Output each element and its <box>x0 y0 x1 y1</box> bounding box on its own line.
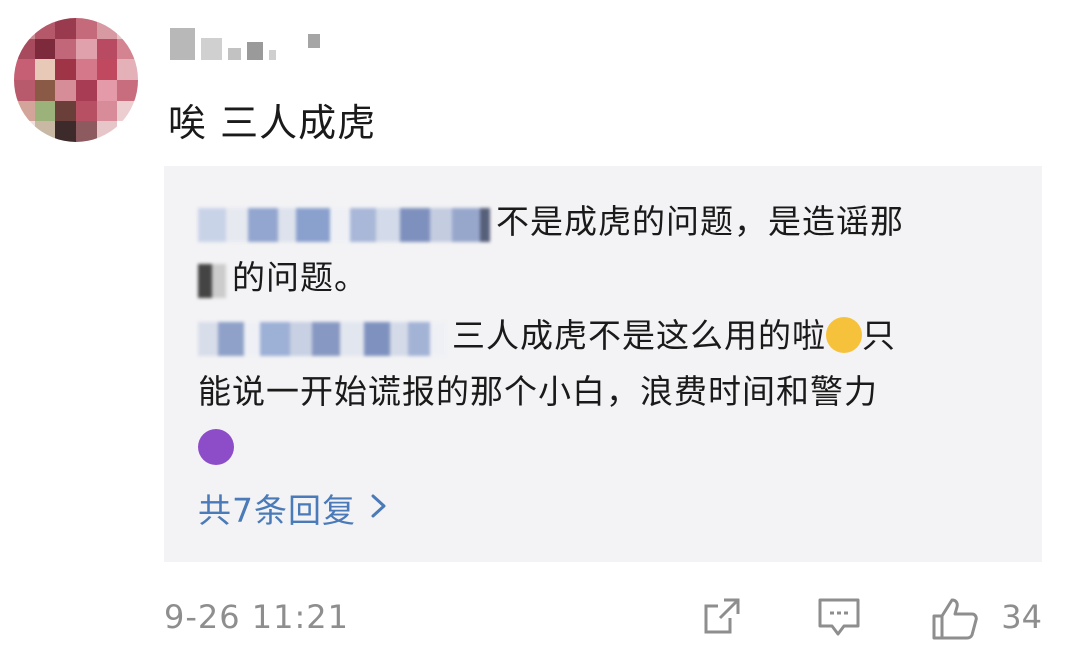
reply-username-redacted[interactable] <box>198 203 490 242</box>
reply-text-continued: 的问题。 <box>232 258 368 297</box>
comment-button[interactable] <box>816 596 862 638</box>
reply-text: 不是成虎的问题，是造谣那 <box>496 202 904 241</box>
reply-username-tail-redacted <box>198 259 226 298</box>
username-redacted[interactable] <box>170 22 320 60</box>
comment-icon <box>816 596 862 638</box>
thumbs-up-icon <box>930 596 980 642</box>
reply-text: 三人成虎不是这么用的啦 <box>452 316 826 355</box>
timestamp: 9-26 11:21 <box>164 598 350 636</box>
reply-box[interactable]: 不是成虎的问题，是造谣那 的问题。 三人成虎不是这么用的啦只 能说一开始谎报的那… <box>164 166 1042 562</box>
like-count: 34 <box>1001 598 1042 636</box>
more-replies-label: 共7条回复 <box>198 491 356 530</box>
chevron-right-icon <box>370 489 388 528</box>
like-button[interactable] <box>930 596 980 642</box>
reply-item[interactable]: 三人成虎不是这么用的啦只 能说一开始谎报的那个小白，浪费时间和警力 <box>198 308 998 476</box>
reply-username-redacted[interactable] <box>198 317 446 356</box>
smiling-devil-emoji-icon <box>198 428 234 465</box>
comment-footer: 9-26 11:21 34 <box>164 594 1042 642</box>
more-replies-link[interactable]: 共7条回复 <box>198 484 388 532</box>
avatar[interactable] <box>14 18 138 142</box>
reply-text-continued: 能说一开始谎报的那个小白，浪费时间和警力 <box>198 372 878 411</box>
share-button[interactable] <box>700 596 744 636</box>
reply-item[interactable]: 不是成虎的问题，是造谣那 的问题。 <box>198 194 998 306</box>
comment-text: 唉 三人成虎 <box>168 101 377 145</box>
reply-text-tail: 只 <box>862 316 896 355</box>
mask-face-emoji-icon <box>826 316 862 353</box>
share-icon <box>700 596 744 636</box>
